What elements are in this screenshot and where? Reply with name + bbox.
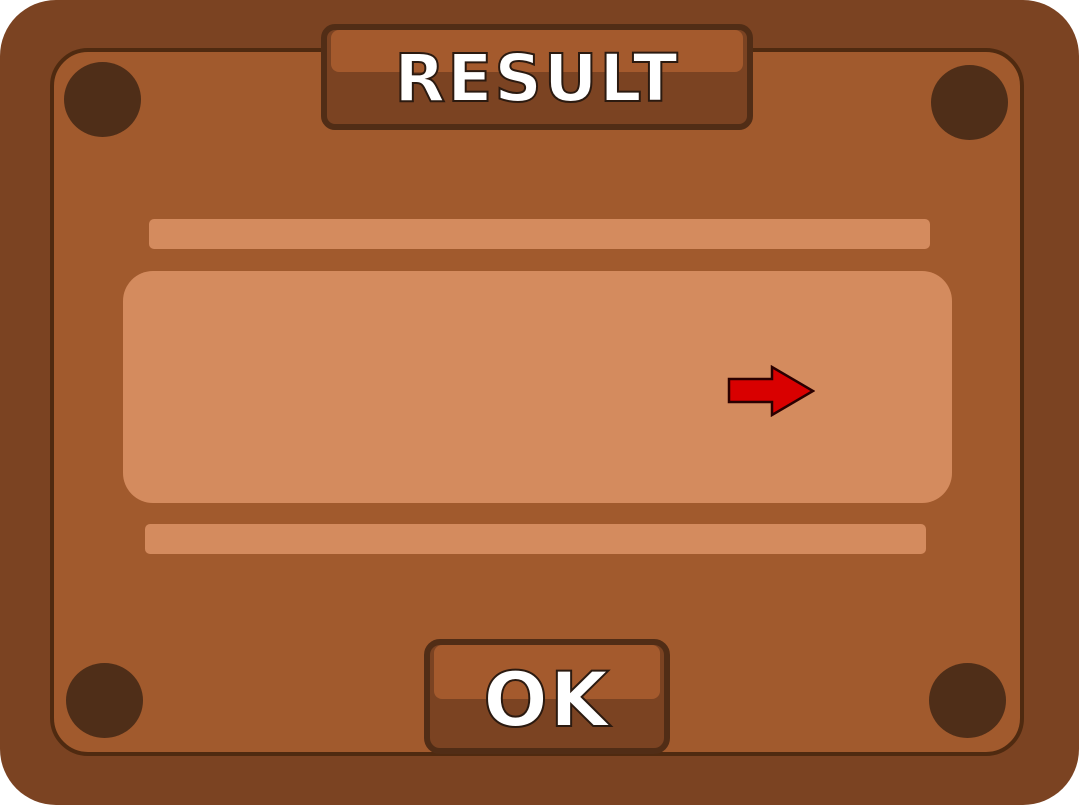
top-bar [149, 219, 930, 249]
red-right-arrow-icon [727, 365, 815, 417]
bolt-top-right-icon [931, 65, 1008, 140]
title-plate: RESULT [321, 24, 753, 130]
result-panel [123, 271, 952, 503]
bolt-bottom-left-icon [66, 663, 143, 738]
ok-button[interactable]: OK [424, 639, 670, 754]
bottom-bar [145, 524, 926, 554]
dialog-title: RESULT [393, 39, 680, 118]
bolt-bottom-right-icon [929, 663, 1006, 738]
ok-button-label: OK [482, 655, 611, 744]
bolt-top-left-icon [64, 62, 141, 137]
